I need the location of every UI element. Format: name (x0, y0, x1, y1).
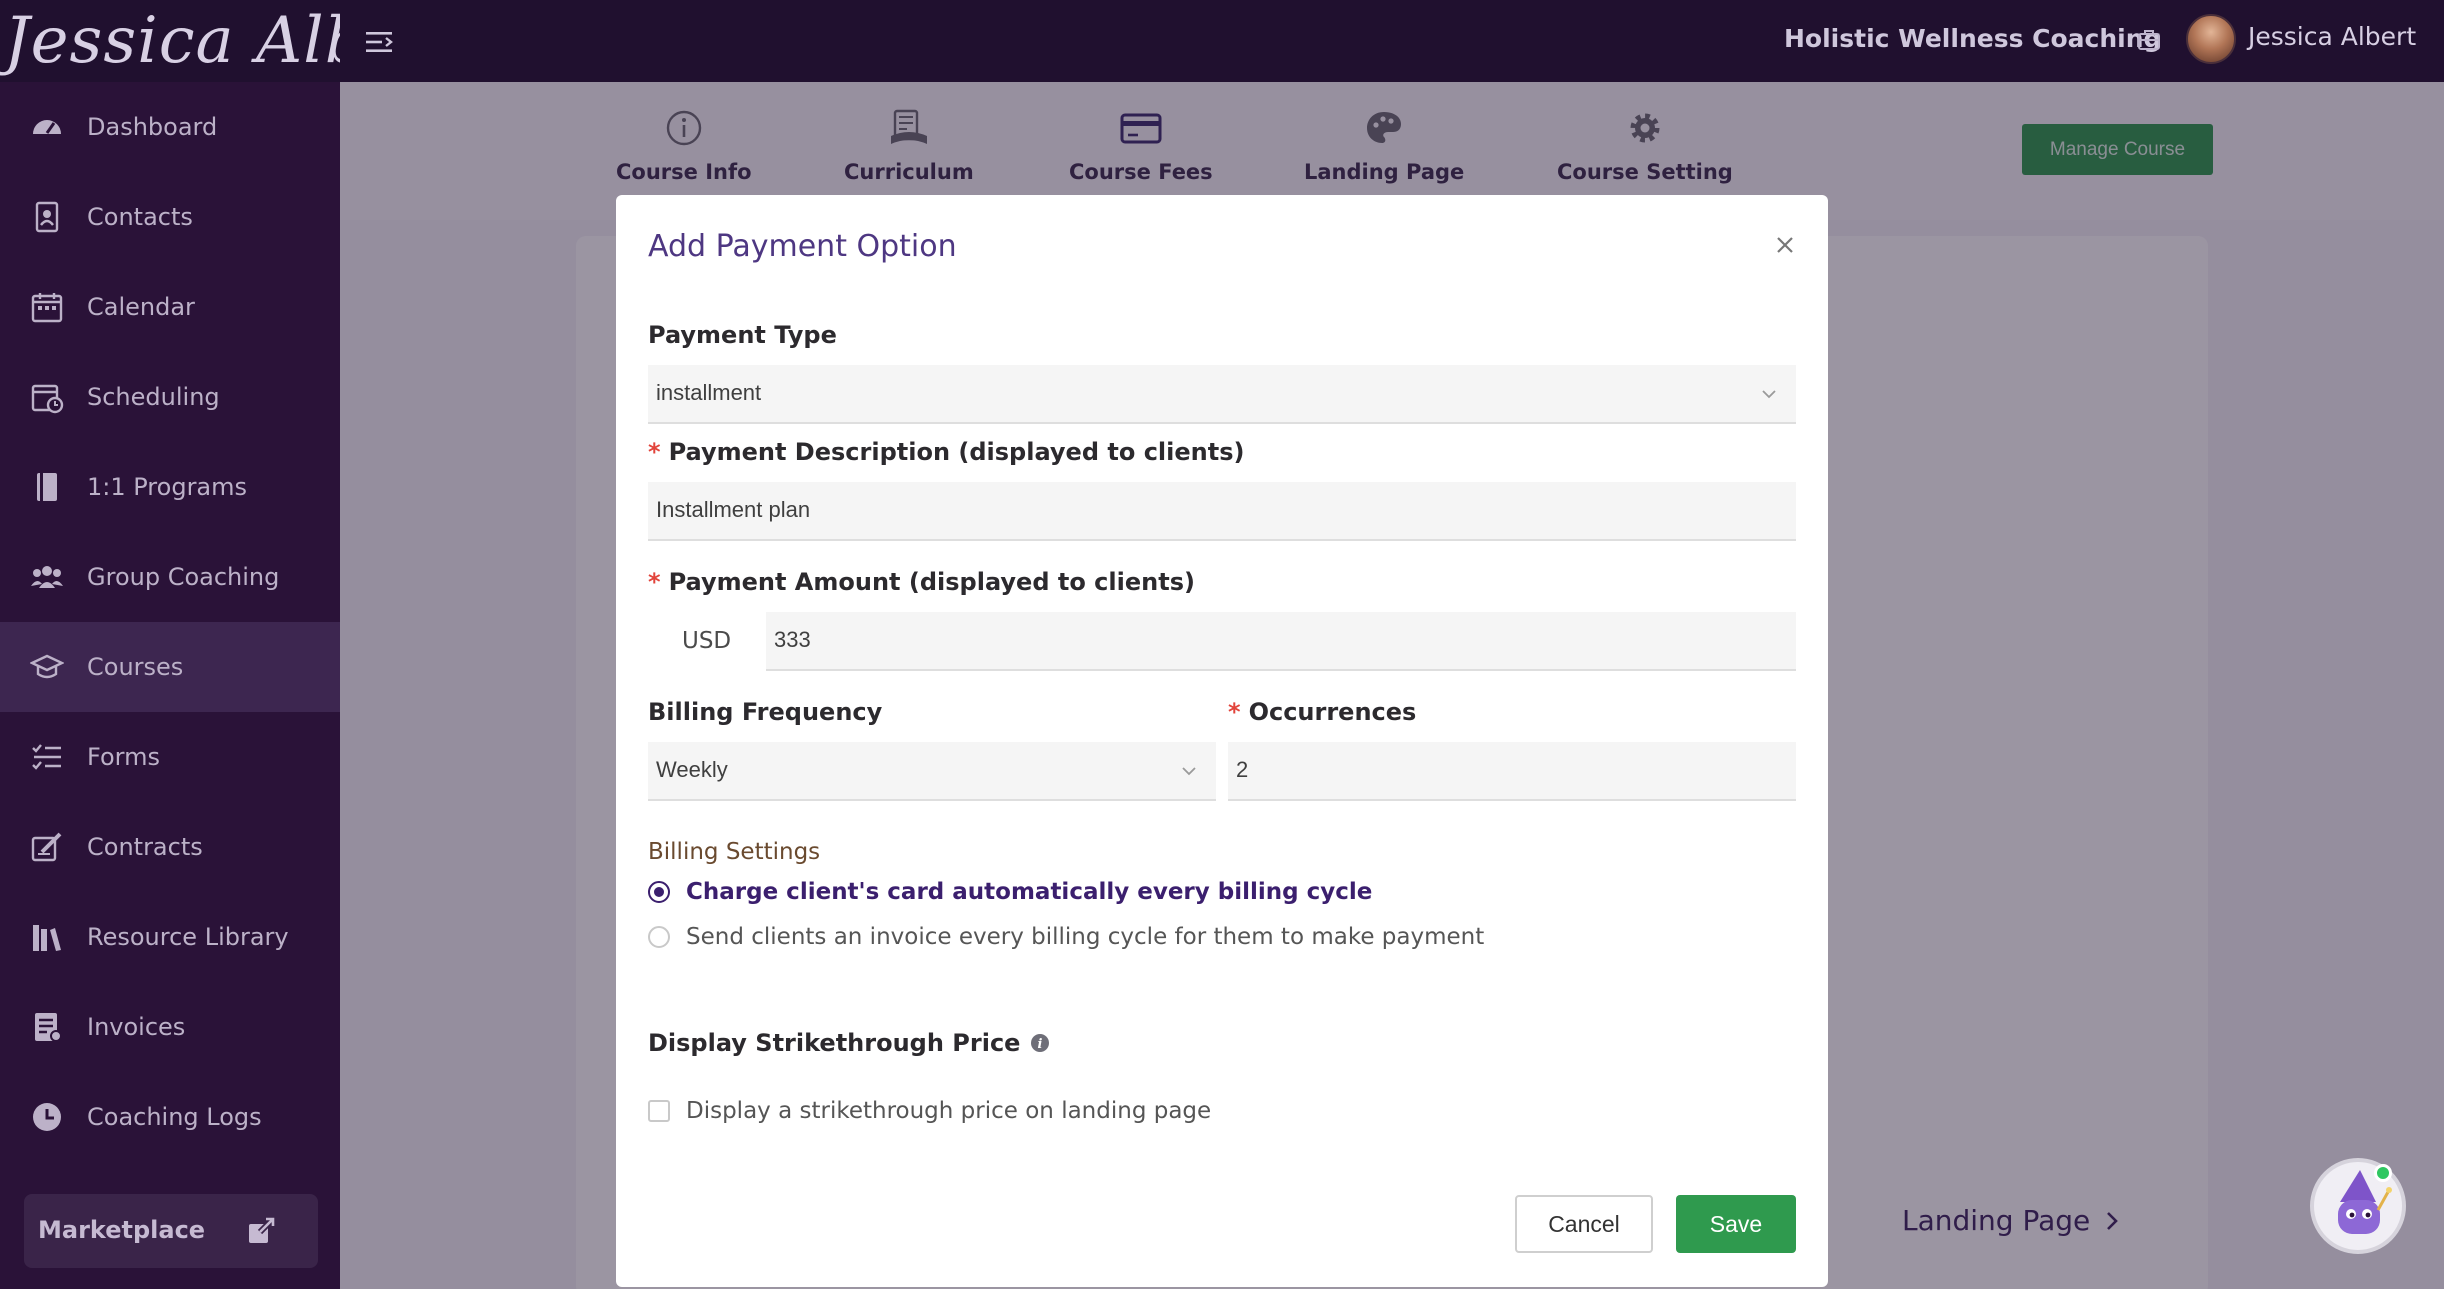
occurrences-label-text: Occurrences (1248, 698, 1417, 726)
radio-selected-icon[interactable] (648, 881, 670, 903)
forms-icon (32, 744, 61, 770)
billing-settings-label: Billing Settings (648, 839, 821, 865)
radio-send-invoice[interactable]: Send clients an invoice every billing cy… (648, 924, 1484, 950)
sidebar-item-label: Forms (87, 743, 160, 771)
strikethrough-checkbox-row[interactable]: Display a strikethrough price on landing… (648, 1098, 1211, 1124)
external-link-icon (249, 1216, 276, 1243)
sidebar-item-scheduling[interactable]: Scheduling (0, 352, 340, 442)
briefcase-icon[interactable] (2136, 27, 2162, 53)
top-bar: Jessica Albert Holistic Wellness Coachin… (0, 0, 2444, 82)
radio-send-invoice-label: Send clients an invoice every billing cy… (686, 924, 1485, 950)
radio-auto-charge-label: Charge client's card automatically every… (686, 879, 1373, 905)
programs-icon (37, 473, 57, 501)
sidebar-item-courses[interactable]: Courses (0, 622, 340, 712)
library-icon (33, 925, 61, 951)
sidebar-item-label: Courses (87, 653, 184, 681)
sidebar-item-label: Calendar (87, 293, 195, 321)
menu-collapse-icon[interactable] (364, 28, 396, 56)
strikethrough-checkbox[interactable] (648, 1100, 670, 1122)
scheduling-icon (31, 384, 64, 414)
sidebar-item-coaching-logs[interactable]: Coaching Logs (0, 1072, 340, 1162)
sidebar-item-label: 1:1 Programs (87, 473, 248, 501)
payment-description-input[interactable]: Installment plan (648, 482, 1796, 541)
courses-icon (30, 654, 64, 679)
sidebar-item-label: Contacts (87, 203, 193, 231)
currency-label: USD (682, 628, 732, 654)
marketplace-button[interactable]: Marketplace (24, 1194, 318, 1268)
payment-amount-label: * Payment Amount (displayed to clients) (648, 568, 1195, 596)
sidebar-item-label: Dashboard (87, 113, 218, 141)
payment-description-label: * Payment Description (displayed to clien… (648, 438, 1244, 466)
payment-amount-label-text: Payment Amount (displayed to clients) (668, 568, 1195, 596)
billing-frequency-select[interactable]: Weekly (648, 742, 1216, 801)
required-mark: * (648, 568, 661, 596)
sidebar-item-forms[interactable]: Forms (0, 712, 340, 802)
payment-description-label-text: Payment Description (displayed to client… (668, 438, 1245, 466)
dashboard-icon (33, 120, 61, 134)
payment-amount-value: 333 (774, 627, 811, 652)
sidebar: Dashboard Contacts Calendar Scheduling 1… (0, 82, 340, 1289)
chevron-down-icon (1762, 390, 1776, 399)
calendar-icon (31, 293, 63, 323)
organization-name[interactable]: Holistic Wellness Coaching (1784, 24, 2161, 53)
clock-icon (33, 1103, 61, 1131)
payment-description-value: Installment plan (656, 497, 811, 522)
sidebar-item-label: Resource Library (87, 923, 289, 951)
payment-type-label: Payment Type (648, 321, 837, 349)
sidebar-item-label: Group Coaching (87, 563, 280, 591)
add-payment-option-modal: Add Payment Option Payment Type installm… (616, 195, 1828, 1287)
invoices-icon (35, 1013, 62, 1042)
marketplace-label: Marketplace (38, 1216, 206, 1244)
user-name[interactable]: Jessica Albert (2248, 22, 2416, 51)
sidebar-item-group-coaching[interactable]: Group Coaching (0, 532, 340, 622)
save-button[interactable]: Save (1676, 1195, 1796, 1253)
sidebar-item-label: Scheduling (87, 383, 220, 411)
sidebar-item-contacts[interactable]: Contacts (0, 172, 340, 262)
sidebar-item-calendar[interactable]: Calendar (0, 262, 340, 352)
sidebar-item-label: Invoices (87, 1013, 186, 1041)
sidebar-item-resource-library[interactable]: Resource Library (0, 892, 340, 982)
modal-title: Add Payment Option (648, 229, 957, 264)
close-icon[interactable] (1771, 231, 1799, 259)
radio-auto-charge[interactable]: Charge client's card automatically every… (648, 879, 1372, 905)
info-icon[interactable]: i (1030, 1033, 1050, 1053)
occurrences-value: 2 (1236, 757, 1249, 782)
radio-unselected-icon[interactable] (648, 926, 670, 948)
chevron-down-icon (1182, 767, 1196, 776)
sidebar-item-label: Coaching Logs (87, 1103, 262, 1131)
avatar[interactable] (2186, 14, 2236, 64)
payment-type-value: installment (656, 380, 762, 405)
cancel-button[interactable]: Cancel (1515, 1195, 1653, 1253)
payment-amount-input[interactable]: 333 (766, 612, 1796, 671)
required-mark: * (1228, 698, 1241, 726)
strikethrough-label-text: Display Strikethrough Price (648, 1029, 1021, 1057)
sidebar-item-invoices[interactable]: Invoices (0, 982, 340, 1072)
group-icon (31, 566, 63, 588)
required-mark: * (648, 438, 661, 466)
payment-type-select[interactable]: installment (648, 365, 1796, 424)
brand-logo[interactable]: Jessica Albert (0, 0, 340, 82)
occurrences-label: * Occurrences (1228, 698, 1416, 726)
contracts-icon (31, 832, 62, 862)
sidebar-item-label: Contracts (87, 833, 203, 861)
billing-frequency-label: Billing Frequency (648, 698, 883, 726)
sidebar-item-programs[interactable]: 1:1 Programs (0, 442, 340, 532)
sidebar-item-contracts[interactable]: Contracts (0, 802, 340, 892)
billing-frequency-value: Weekly (656, 757, 728, 782)
strikethrough-checkbox-label: Display a strikethrough price on landing… (686, 1098, 1212, 1124)
sidebar-item-dashboard[interactable]: Dashboard (0, 82, 340, 172)
occurrences-input[interactable]: 2 (1228, 742, 1796, 801)
contacts-icon (35, 201, 59, 233)
svg-text:i: i (1038, 1037, 1043, 1052)
strikethrough-section-label: Display Strikethrough Price i (648, 1029, 1050, 1057)
online-status-dot (2374, 1164, 2392, 1182)
